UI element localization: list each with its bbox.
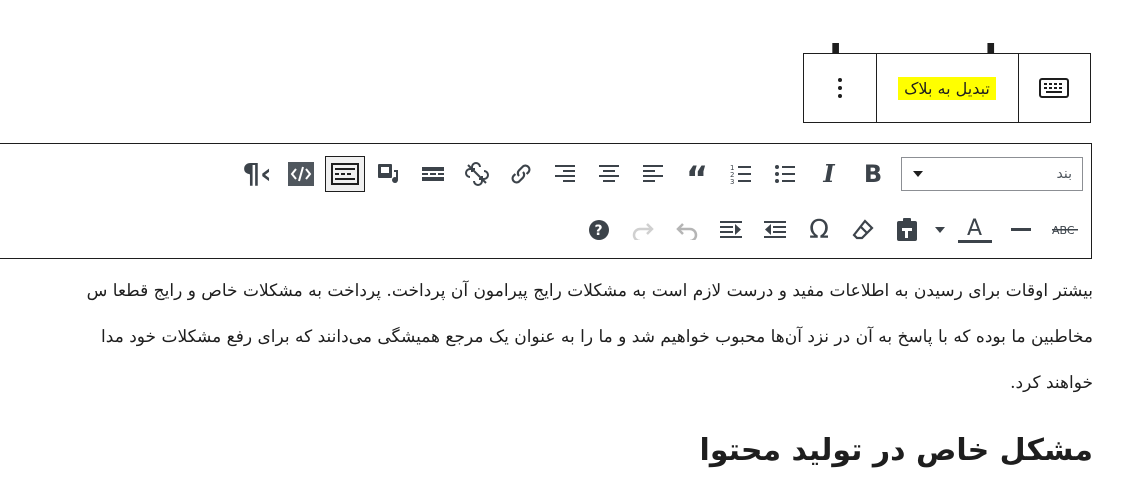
insert-media-icon (376, 161, 402, 187)
redo-button[interactable] (623, 212, 663, 248)
numbered-list-icon: 123 (730, 163, 752, 185)
horizontal-line-button[interactable] (1001, 212, 1041, 248)
toolbar-toggle-icon (331, 163, 359, 185)
paragraph-line: مخاطبین ما بوده که با پاسخ به آن در نزد … (101, 327, 1093, 347)
post-paragraph[interactable]: بیشتر اوقات برای رسیدن به اطلاعات مفید و… (0, 268, 1093, 406)
align-center-icon (598, 164, 620, 184)
toolbar-row-2: ABC A Ω ? (0, 208, 1091, 252)
paste-as-text-button[interactable] (887, 212, 927, 248)
decrease-indent-icon (763, 220, 787, 240)
align-left-icon (642, 164, 664, 184)
bullet-list-button[interactable] (765, 156, 805, 192)
post-subheading[interactable]: مشکل خاص در تولید محتوا (400, 425, 1093, 477)
increase-indent-button[interactable] (711, 212, 751, 248)
italic-button[interactable]: I (809, 156, 849, 192)
convert-to-blocks-label: تبدیل به بلاک (898, 76, 996, 100)
decrease-indent-button[interactable] (755, 212, 795, 248)
svg-text:?: ? (595, 223, 603, 239)
clear-formatting-icon (851, 218, 875, 242)
svg-text:3: 3 (730, 178, 734, 185)
text-color-dropdown-icon (934, 226, 946, 234)
paragraph-line: خواهند کرد. (1010, 373, 1093, 393)
special-character-button[interactable]: Ω (799, 212, 839, 248)
text-color-icon: A (958, 216, 992, 244)
bold-button[interactable]: B (853, 156, 893, 192)
link-icon (509, 162, 533, 186)
classic-editor-toolbar: بند B I 123 “ ¶‹ ABC A Ω ? (0, 143, 1092, 259)
read-more-button[interactable] (413, 156, 453, 192)
more-options-button[interactable] (804, 54, 877, 122)
clear-formatting-button[interactable] (843, 212, 883, 248)
unlink-icon (464, 161, 490, 187)
paragraph-line: بیشتر اوقات برای رسیدن به اطلاعات مفید و… (86, 281, 1093, 301)
bold-icon: B (863, 160, 883, 188)
format-select-value: بند (1056, 166, 1072, 182)
help-button[interactable]: ? (579, 212, 619, 248)
blockquote-icon: “ (685, 159, 709, 199)
block-toolbar: تبدیل به بلاک (803, 53, 1091, 123)
chevron-down-icon (912, 170, 924, 178)
text-color-button[interactable]: A (953, 212, 997, 248)
toolbar-toggle-button[interactable] (325, 156, 365, 192)
strikethrough-icon: ABC (1052, 222, 1078, 238)
svg-text:A: A (967, 216, 982, 241)
bullet-list-icon (774, 164, 796, 184)
format-select[interactable]: بند (901, 157, 1083, 191)
redo-icon (631, 220, 655, 240)
unlink-button[interactable] (457, 156, 497, 192)
paste-as-text-icon (896, 218, 918, 242)
align-right-button[interactable] (545, 156, 585, 192)
strikethrough-button[interactable]: ABC (1045, 212, 1085, 248)
code-button[interactable] (281, 156, 321, 192)
toolbar-row-1: بند B I 123 “ ¶‹ (0, 152, 1091, 196)
keyboard-icon (1039, 77, 1070, 99)
increase-indent-icon (719, 220, 743, 240)
text-color-dropdown-button[interactable] (931, 212, 949, 248)
classic-block-type-button[interactable] (1019, 54, 1091, 122)
undo-icon (675, 220, 699, 240)
insert-media-button[interactable] (369, 156, 409, 192)
special-character-icon: Ω (809, 215, 829, 245)
help-icon: ? (588, 219, 610, 241)
link-button[interactable] (501, 156, 541, 192)
more-vertical-icon (837, 76, 843, 100)
horizontal-line-icon (1011, 228, 1031, 232)
convert-to-blocks-button[interactable]: تبدیل به بلاک (877, 54, 1019, 122)
blockquote-button[interactable]: “ (677, 156, 717, 196)
numbered-list-button[interactable]: 123 (721, 156, 761, 192)
align-center-button[interactable] (589, 156, 629, 192)
paragraph-direction-button[interactable]: ¶‹ (237, 156, 277, 192)
align-right-icon (554, 164, 576, 184)
paragraph-direction-icon: ¶‹ (242, 157, 272, 190)
code-icon (288, 162, 314, 186)
align-left-button[interactable] (633, 156, 673, 192)
undo-button[interactable] (667, 212, 707, 248)
read-more-icon (421, 166, 445, 182)
italic-icon: I (823, 159, 835, 188)
